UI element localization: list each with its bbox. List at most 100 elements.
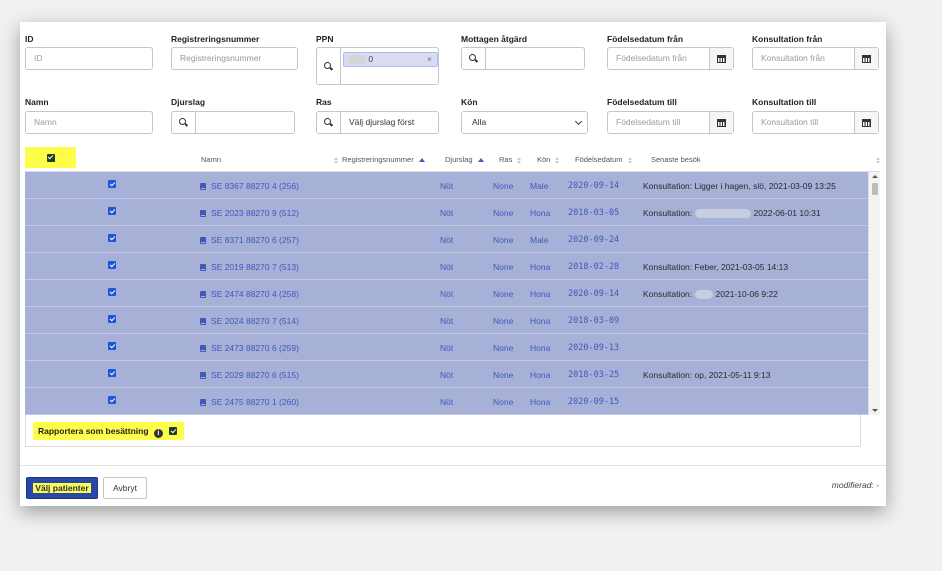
konsultation-till-placeholder: Konsultation till [761,117,819,127]
row-checkbox[interactable] [108,207,116,217]
col-extra-sort[interactable] [871,155,881,164]
patient-link[interactable]: SE 2475 88270 1 (260) [200,397,299,407]
book-icon [200,318,206,325]
table-row[interactable]: SE 2029 88270 6 (515) Nöt None Hona 2018-03-… [25,361,868,388]
scroll-thumb[interactable] [872,183,878,195]
search-icon [179,118,188,127]
row-checkbox[interactable] [108,234,116,244]
row-checkbox[interactable] [108,180,116,190]
row-checkbox[interactable] [108,342,116,352]
patient-link[interactable]: SE 8371 88270 6 (257) [200,235,299,245]
calendar-icon [862,118,871,127]
patient-name: SE 2024 88270 7 (514) [211,316,299,326]
ppn-selected-tag[interactable]: 0 × [343,52,438,67]
besok-prefix: Konsultation: [643,262,695,272]
select-all-checkbox[interactable] [25,147,76,168]
patient-name: SE 2019 88270 7 (513) [211,262,299,272]
ppn-search-addon [317,48,341,84]
konsultation-till-field[interactable]: Konsultation till [752,111,879,134]
calendar-button[interactable] [709,48,733,69]
table-row[interactable]: SE 2473 88270 6 (259) Nöt None Hona 2020-09-… [25,334,868,361]
djurslag-cell: Nöt [440,397,454,407]
senaste-besok-cell: Konsultation: Ligger i hagen, slö, 2021-… [643,181,836,191]
redacted-text [694,290,713,300]
row-checkbox[interactable] [108,396,116,406]
mottagen-atgard-select[interactable] [461,47,585,70]
kon-dropdown[interactable]: Alla [461,111,588,134]
patient-link[interactable]: SE 2473 88270 6 (259) [200,343,299,353]
row-checkbox[interactable] [108,261,116,271]
calendar-button[interactable] [854,112,878,133]
info-icon[interactable]: i [153,429,163,438]
col-namn[interactable]: Namn [201,155,339,164]
patient-link[interactable]: SE 8367 88270 4 (256) [200,181,299,191]
djurslag-cell: Nöt [440,289,454,299]
row-checkbox[interactable] [108,369,116,379]
col-registreringsnummer-label: Registreringsnummer [342,155,414,164]
fodelsedatum-till-field[interactable]: Födelsedatum till [607,111,734,134]
djurslag-cell: Nöt [440,181,454,191]
cancel-button[interactable]: Avbryt [103,477,147,499]
col-registreringsnummer[interactable]: Registreringsnummer [342,155,425,164]
namn-input[interactable]: Namn [25,111,153,134]
remove-tag-icon[interactable]: × [427,53,432,66]
redacted-text [348,55,366,65]
patient-link[interactable]: SE 2023 88270 9 (512) [200,208,299,218]
row-checkbox[interactable] [108,288,116,298]
registreringsnummer-input[interactable]: Registreringsnummer [171,47,298,70]
calendar-button[interactable] [854,48,878,69]
book-icon [200,210,206,217]
scroll-up-icon[interactable] [872,175,878,178]
book-icon [200,237,206,244]
kon-cell: Hona [530,316,551,326]
search-icon [324,118,333,127]
patient-link[interactable]: SE 2019 88270 7 (513) [200,262,299,272]
col-fodelsedatum[interactable]: Födelsedatum [575,155,633,164]
report-as-herd-option[interactable]: Rapportera som besättning i [33,422,184,440]
patient-name: SE 2474 88270 4 (258) [211,289,299,299]
registreringsnummer-label: Registreringsnummer [171,34,260,44]
kon-cell: Hona [530,343,551,353]
fodelsedatum-cell: 2020-09-14 [568,289,620,299]
col-ras[interactable]: Ras [499,155,522,164]
ppn-multiselect[interactable]: 0 × [316,47,439,85]
patient-link[interactable]: SE 2029 88270 6 (515) [200,370,299,380]
fodelsedatum-fran-field[interactable]: Födelsedatum från [607,47,734,70]
scroll-down-icon[interactable] [872,409,878,412]
table-row[interactable]: SE 2024 88270 7 (514) Nöt None Hona 2018-03-… [25,307,868,334]
table-row[interactable]: SE 8371 88270 6 (257) Nöt None Male 2020-09-… [25,226,868,253]
table-scrollbar[interactable] [868,172,880,415]
sort-icon [876,156,881,164]
col-senaste-besok[interactable]: Senaste besök [651,155,701,164]
fodelsedatum-cell: 2018-02-28 [568,262,620,272]
ras-cell: None [493,262,514,272]
kon-cell: Male [530,235,549,245]
patient-link[interactable]: SE 2024 88270 7 (514) [200,316,299,326]
patient-name: SE 2473 88270 6 (259) [211,343,299,353]
konsultation-fran-field[interactable]: Konsultation från [752,47,879,70]
divider [20,465,886,466]
djurslag-cell: Nöt [440,316,454,326]
djurslag-select[interactable] [171,111,295,134]
col-djurslag[interactable]: Djurslag [445,155,484,164]
row-checkbox[interactable] [108,315,116,325]
id-input[interactable]: ID [25,47,153,70]
ras-cell: None [493,370,514,380]
checkbox-icon [46,153,55,162]
table-row[interactable]: SE 2475 88270 1 (260) Nöt None Hona 2020-09-… [25,388,868,415]
konsultation-fran-placeholder: Konsultation från [761,53,825,63]
calendar-button[interactable] [709,112,733,133]
table-row[interactable]: SE 8367 88270 4 (256) Nöt None Male 2020-09-… [25,172,868,199]
col-senaste-besok-label: Senaste besök [651,155,701,164]
table-row[interactable]: SE 2023 88270 9 (512) Nöt None Hona 2018-03-… [25,199,868,226]
select-patients-button[interactable]: Välj patienter [26,477,98,499]
report-checkbox[interactable] [169,427,178,435]
table-row[interactable]: SE 2474 88270 4 (258) Nöt None Hona 2020-09-… [25,280,868,307]
kon-cell: Hona [530,289,551,299]
patient-link[interactable]: SE 2474 88270 4 (258) [200,289,299,299]
table-row[interactable]: SE 2019 88270 7 (513) Nöt None Hona 2018-02-… [25,253,868,280]
ras-select[interactable]: Välj djurslag först [316,111,439,134]
checkbox-icon [108,396,116,404]
checkbox-icon [108,288,116,296]
col-kon[interactable]: Kön [537,155,560,164]
